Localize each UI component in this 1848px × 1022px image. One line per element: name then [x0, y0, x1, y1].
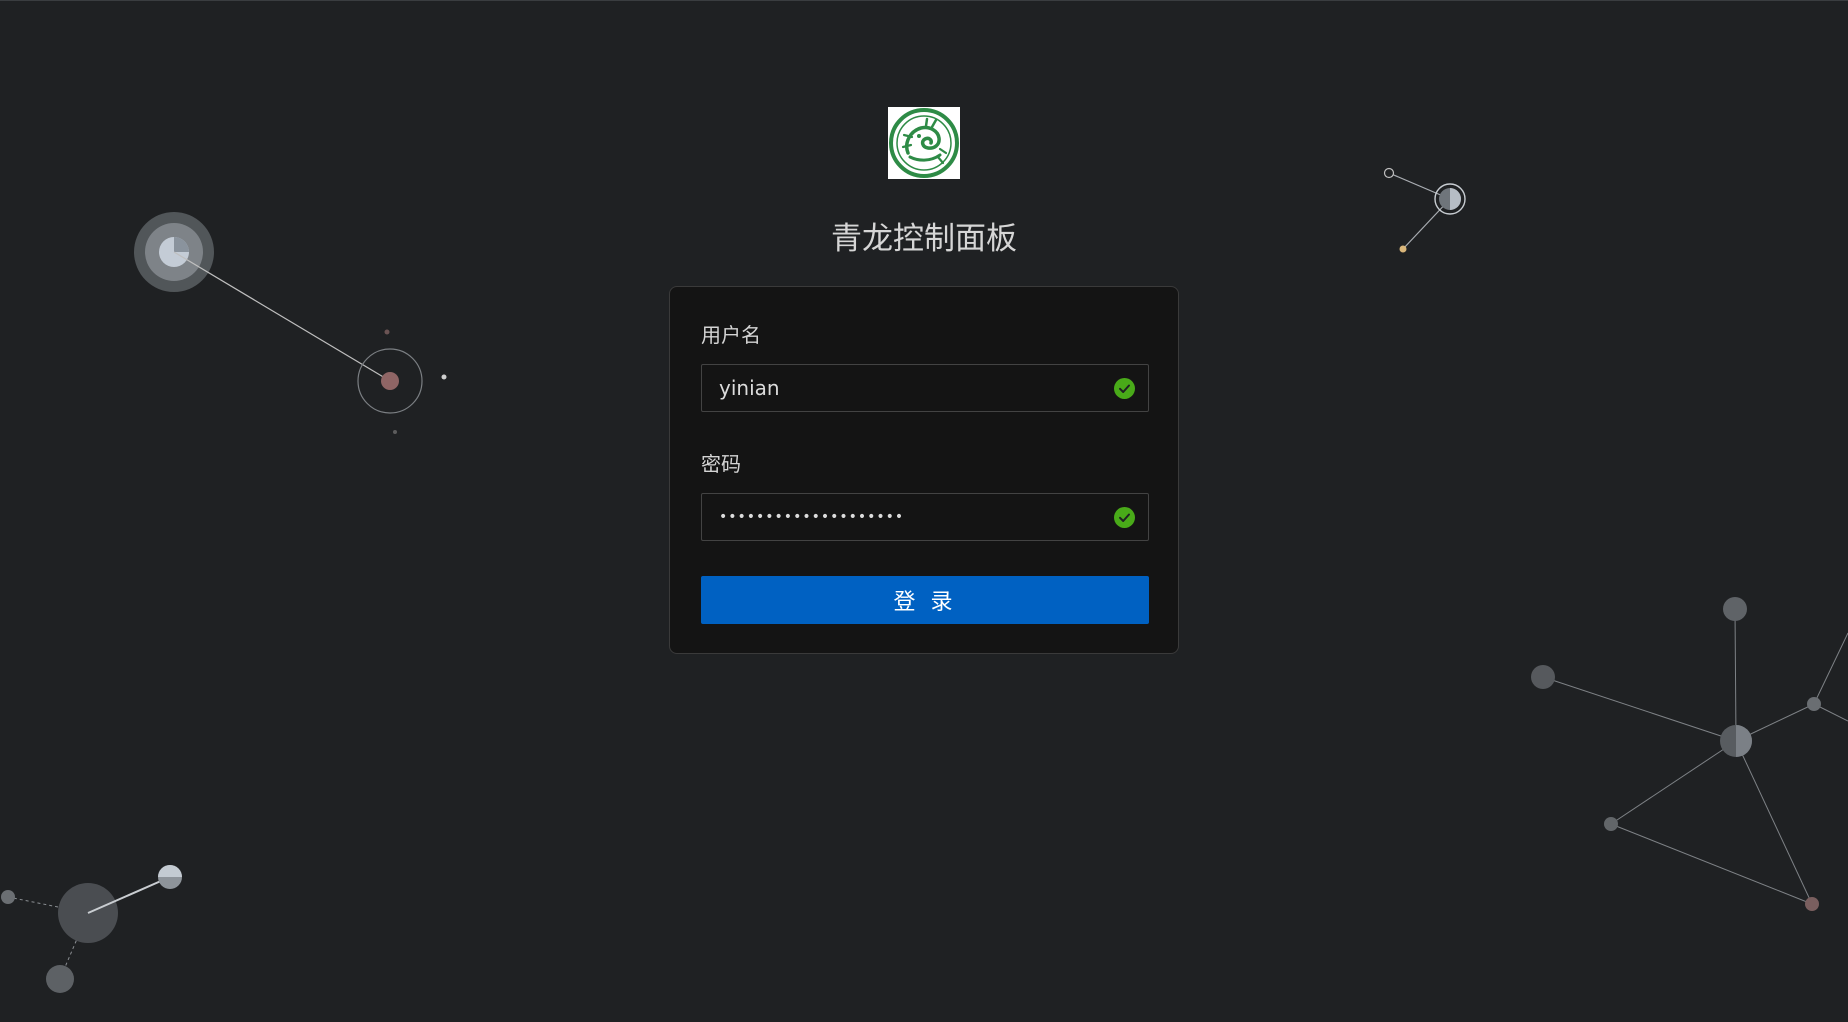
particle-cluster-bottom-left — [1, 865, 182, 993]
username-input[interactable] — [702, 365, 1092, 411]
particle-cluster-bottom-right — [1531, 597, 1848, 911]
password-label: 密码 — [701, 452, 741, 476]
password-input[interactable] — [702, 494, 1092, 540]
login-card: 用户名 密码 登 录 — [669, 286, 1179, 654]
password-valid-check-icon — [1114, 507, 1135, 528]
login-page: 青龙控制面板 用户名 密码 登 录 — [0, 0, 1848, 1022]
username-valid-check-icon — [1114, 378, 1135, 399]
dragon-emblem-icon — [889, 108, 959, 178]
password-field[interactable] — [701, 493, 1149, 541]
username-label: 用户名 — [701, 323, 761, 347]
login-button[interactable]: 登 录 — [701, 576, 1149, 624]
qinglong-logo — [888, 107, 960, 179]
username-field[interactable] — [701, 364, 1149, 412]
page-title: 青龙控制面板 — [831, 221, 1017, 257]
